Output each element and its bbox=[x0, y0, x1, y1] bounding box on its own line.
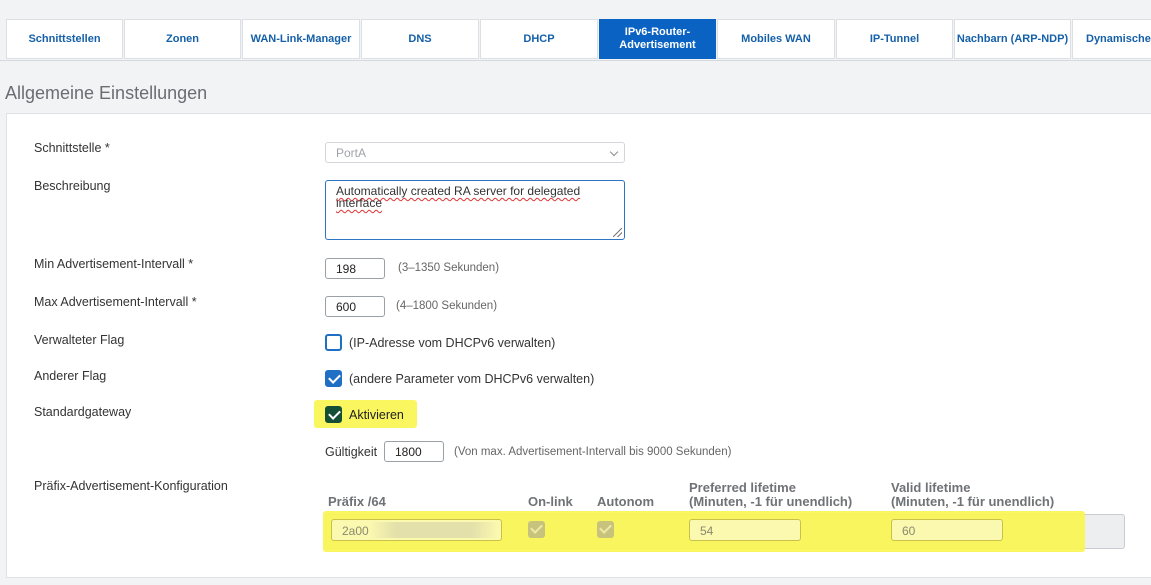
min-interval-hint: (3–1350 Sekunden) bbox=[398, 262, 500, 274]
redacted-blur bbox=[370, 522, 498, 538]
col-valid-header: Valid lifetime (Minuten, -1 für unendlic… bbox=[891, 481, 1054, 509]
tab-label: Zonen bbox=[166, 32, 199, 45]
tab-wan-link-manager[interactable]: WAN-Link-Manager bbox=[242, 19, 360, 59]
onlink-checkbox[interactable] bbox=[528, 521, 545, 538]
description-textarea[interactable]: Automatically created RA server for dele… bbox=[325, 180, 625, 240]
tab-dhcp[interactable]: DHCP bbox=[480, 19, 598, 59]
tab-label: Nachbarn (ARP-NDP) bbox=[956, 32, 1069, 45]
col-autonom-header: Autonom bbox=[597, 494, 655, 509]
prefix-value: 2a00 bbox=[342, 524, 369, 538]
tab-label: WAN-Link-Manager bbox=[250, 32, 352, 45]
col-valid-line1: Valid lifetime bbox=[891, 480, 971, 495]
tab-label-line2: Advertisement bbox=[619, 39, 696, 51]
other-flag-text: (andere Parameter vom DHCPv6 verwalten) bbox=[349, 372, 595, 386]
min-interval-input[interactable]: 198 bbox=[325, 258, 385, 279]
tab-label: DNS bbox=[408, 32, 432, 45]
gateway-label: Standardgateway bbox=[34, 405, 132, 419]
col-valid-line2: (Minuten, -1 für unendlich) bbox=[891, 494, 1055, 509]
tab-label: Dynamischer bbox=[1086, 32, 1151, 45]
tab-zonen[interactable]: Zonen bbox=[124, 19, 241, 59]
other-flag-label: Anderer Flag bbox=[34, 369, 107, 383]
autonom-checkbox[interactable] bbox=[597, 521, 614, 538]
valid-lifetime-value: 60 bbox=[902, 524, 916, 538]
chevron-down-icon bbox=[609, 147, 619, 157]
tab-mobiles-wan[interactable]: Mobiles WAN bbox=[717, 19, 835, 59]
gateway-text: Aktivieren bbox=[349, 408, 404, 422]
min-interval-label: Min Advertisement-Intervall * bbox=[34, 257, 194, 271]
tab-nachbarn[interactable]: Nachbarn (ARP-NDP) bbox=[954, 19, 1071, 59]
preferred-lifetime-input[interactable]: 54 bbox=[689, 519, 801, 541]
tab-label: DHCP bbox=[523, 32, 555, 45]
managed-flag-text: (IP-Adresse vom DHCPv6 verwalten) bbox=[349, 336, 556, 350]
tab-label: Schnittstellen bbox=[28, 32, 101, 45]
col-onlink-header: On-link bbox=[528, 494, 573, 509]
valid-lifetime-input[interactable]: 60 bbox=[891, 519, 1003, 541]
max-interval-input[interactable]: 600 bbox=[325, 296, 385, 317]
col-preferred-line1: Preferred lifetime bbox=[689, 480, 796, 495]
tab-ip-tunnel[interactable]: IP-Tunnel bbox=[836, 19, 953, 59]
resize-handle-icon[interactable] bbox=[613, 228, 622, 237]
preferred-lifetime-value: 54 bbox=[700, 524, 714, 538]
interface-select[interactable]: PortA bbox=[325, 142, 625, 163]
tab-label: Mobiles WAN bbox=[741, 32, 811, 45]
description-value: Automatically created RA server for dele… bbox=[336, 184, 581, 210]
managed-flag-checkbox[interactable] bbox=[325, 334, 342, 351]
tab-bar: Schnittstellen Zonen WAN-Link-Manager DN… bbox=[0, 18, 1151, 61]
validity-hint: (Von max. Advertisement-Intervall bis 90… bbox=[454, 446, 732, 458]
tab-dns[interactable]: DNS bbox=[361, 19, 479, 59]
interface-label: Schnittstelle * bbox=[34, 141, 110, 155]
max-interval-label: Max Advertisement-Intervall * bbox=[34, 295, 197, 309]
validity-label: Gültigkeit bbox=[325, 445, 378, 459]
col-preferred-header: Preferred lifetime (Minuten, -1 für unen… bbox=[689, 481, 852, 509]
interface-value: PortA bbox=[336, 146, 367, 160]
tab-schnittstellen[interactable]: Schnittstellen bbox=[6, 19, 123, 59]
section-title: Allgemeine Einstellungen bbox=[5, 83, 208, 103]
max-interval-hint: (4–1800 Sekunden) bbox=[396, 300, 498, 312]
validity-input[interactable]: 1800 bbox=[384, 441, 444, 462]
managed-flag-label: Verwalteter Flag bbox=[34, 333, 125, 347]
other-flag-checkbox[interactable] bbox=[325, 370, 342, 387]
col-prefix-header: Präfix /64 bbox=[328, 494, 386, 509]
gateway-checkbox[interactable] bbox=[325, 406, 342, 423]
tab-label-line1: IPv6-Router- bbox=[624, 26, 691, 38]
tab-ipv6-router-advertisement[interactable]: IPv6-Router- Advertisement bbox=[599, 19, 716, 59]
col-preferred-line2: (Minuten, -1 für unendlich) bbox=[689, 494, 853, 509]
prefix-config-label: Präfix-Advertisement-Konfiguration bbox=[34, 479, 228, 493]
tab-dynamischer[interactable]: Dynamischer bbox=[1072, 19, 1151, 59]
tab-label: IP-Tunnel bbox=[869, 32, 920, 45]
description-label: Beschreibung bbox=[34, 179, 111, 193]
